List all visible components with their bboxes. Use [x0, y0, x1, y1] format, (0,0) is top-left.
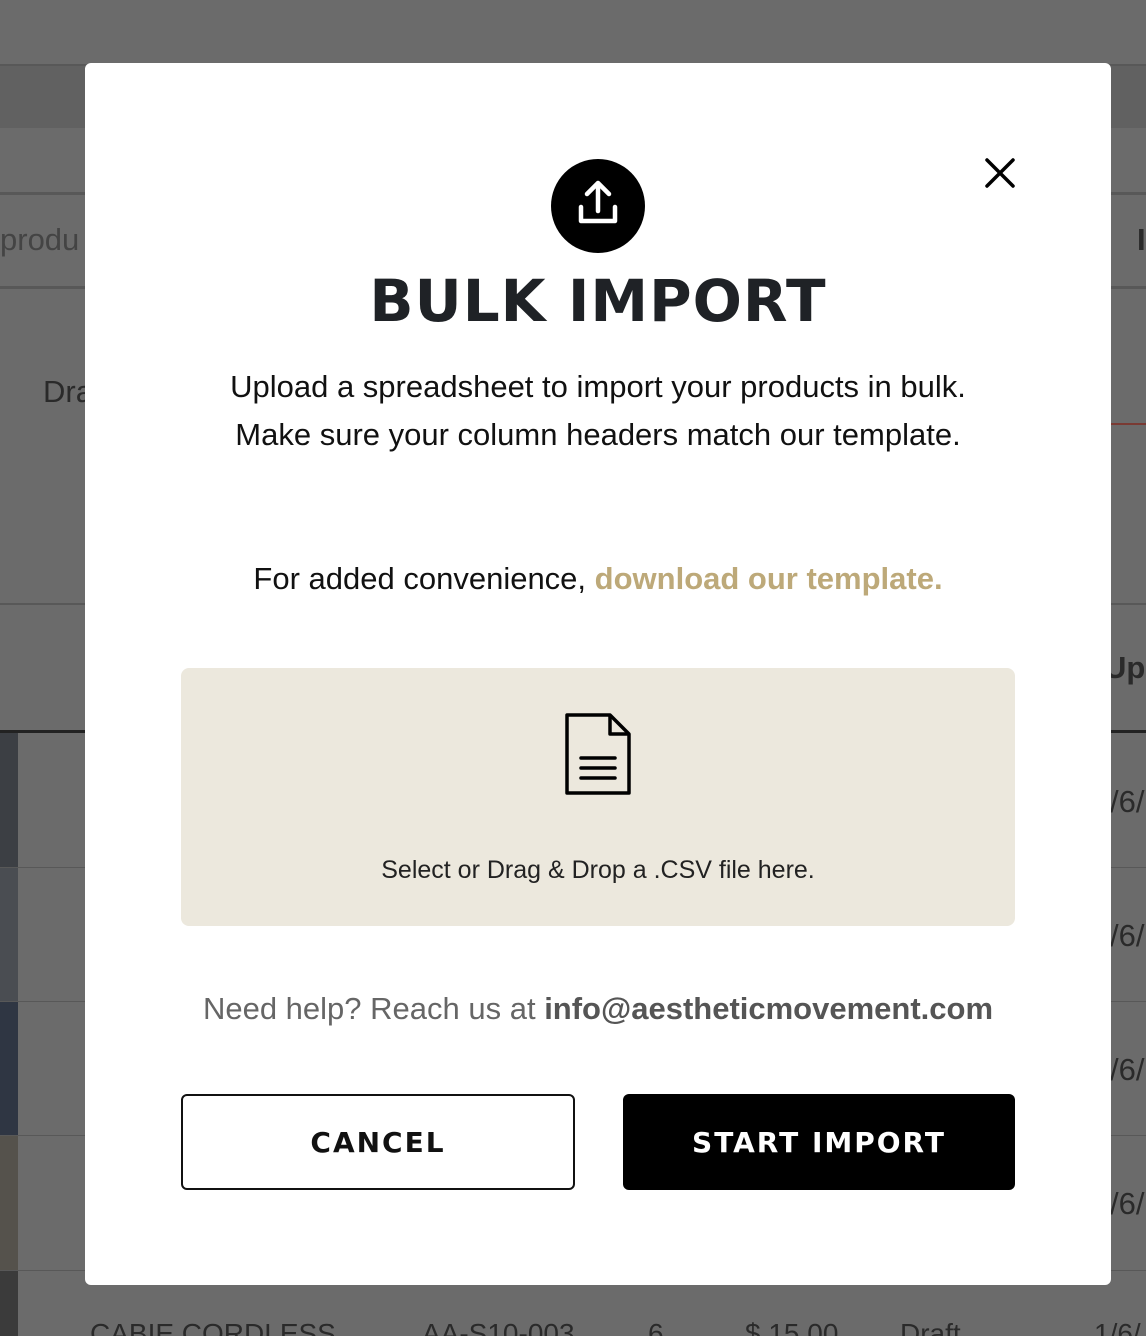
- upload-icon: [578, 180, 618, 224]
- row-date: /6/: [1110, 784, 1145, 819]
- product-thumbnail: [0, 733, 18, 868]
- help-text: Need help? Reach us at info@aestheticmov…: [85, 991, 1111, 1027]
- row-product-name: CABIE CORDLESS: [90, 1318, 336, 1336]
- column-header: I: [1137, 222, 1146, 257]
- dropzone-text: Select or Drag & Drop a .CSV file here.: [381, 856, 815, 884]
- row-date: 1/6/: [1094, 1318, 1141, 1336]
- cancel-button[interactable]: CANCEL: [181, 1094, 575, 1190]
- file-icon: [565, 713, 631, 795]
- row-quantity: 6: [648, 1318, 664, 1336]
- close-button[interactable]: [982, 155, 1018, 191]
- product-thumbnail: [0, 1002, 18, 1136]
- csv-dropzone[interactable]: Select or Drag & Drop a .CSV file here.: [181, 668, 1015, 926]
- help-email-link[interactable]: info@aestheticmovement.com: [544, 991, 993, 1026]
- modal-description-line2: Make sure your column headers match our …: [235, 417, 961, 452]
- product-thumbnail: [0, 1136, 18, 1271]
- close-icon: [985, 158, 1015, 188]
- download-template-link[interactable]: download our template.: [595, 561, 943, 596]
- start-import-button[interactable]: START IMPORT: [623, 1094, 1015, 1190]
- template-note: For added convenience, download our temp…: [85, 561, 1111, 597]
- modal-title: BULK IMPORT: [369, 267, 827, 335]
- row-date: /6/: [1110, 1186, 1145, 1221]
- row-price: $ 15.00: [745, 1318, 839, 1336]
- modal-description-line1: Upload a spreadsheet to import your prod…: [230, 369, 966, 404]
- row-date: /6/: [1110, 1052, 1145, 1087]
- help-text-prefix: Need help? Reach us at: [202, 991, 545, 1026]
- row-date: /6/: [1110, 918, 1145, 953]
- upload-icon-badge: [551, 159, 645, 253]
- row-sku: AA-S10-003: [422, 1318, 575, 1336]
- product-thumbnail: [0, 1271, 18, 1336]
- row-status: Draft: [900, 1318, 961, 1336]
- bulk-import-modal: BULK IMPORT Upload a spreadsheet to impo…: [85, 63, 1111, 1285]
- template-note-text: For added convenience,: [253, 561, 595, 596]
- accent-line: [1111, 423, 1146, 425]
- product-thumbnail: [0, 868, 18, 1002]
- search-input[interactable]: produ: [0, 222, 79, 258]
